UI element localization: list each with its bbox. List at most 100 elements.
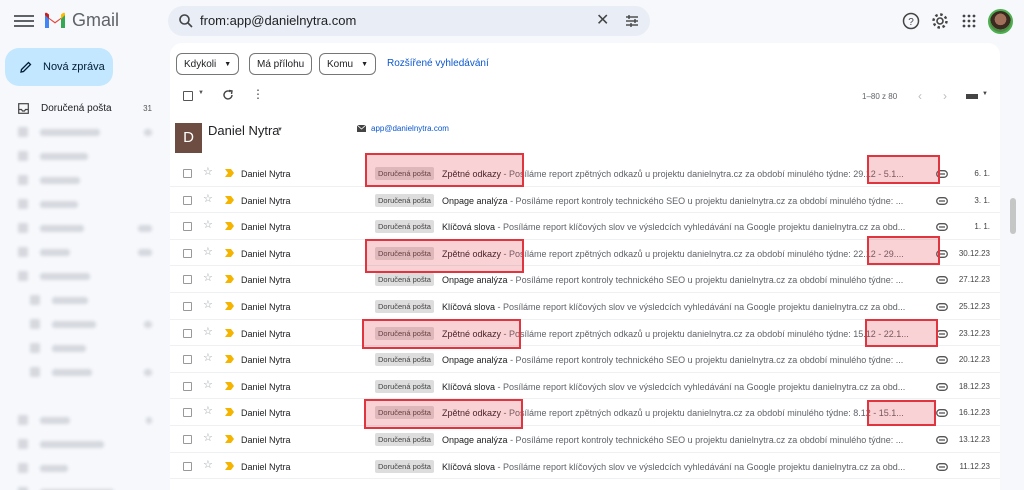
density-icon[interactable] <box>966 94 978 99</box>
sidebar-item-redacted[interactable] <box>0 216 158 240</box>
more-options-icon[interactable]: ⋮ <box>252 88 264 100</box>
email-row[interactable]: ☆ Daniel Nytra Doručená pošta Klíčová slova… <box>170 453 1000 480</box>
search-input[interactable]: from:app@danielnytra.com <box>200 13 356 28</box>
attachment-icon[interactable] <box>936 223 948 232</box>
sidebar-item-redacted[interactable] <box>0 432 158 456</box>
star-icon[interactable]: ☆ <box>203 326 213 338</box>
star-icon[interactable]: ☆ <box>203 406 213 417</box>
inbox-label-badge[interactable]: Doručená pošta <box>375 433 434 446</box>
advanced-search-link[interactable]: Rozšířené vyhledávání <box>387 58 489 69</box>
row-checkbox[interactable] <box>183 222 192 232</box>
chevron-down-icon[interactable]: ▼ <box>982 91 988 97</box>
star-icon[interactable]: ☆ <box>203 459 213 471</box>
account-avatar[interactable] <box>988 9 1013 34</box>
scrollbar[interactable] <box>1010 198 1016 234</box>
email-row[interactable]: ☆ Daniel Nytra Doručená pošta Onpage analýz… <box>170 346 1000 373</box>
row-checkbox[interactable] <box>183 169 192 178</box>
apps-grid-icon[interactable] <box>960 12 978 30</box>
sidebar-item-redacted[interactable] <box>0 264 158 288</box>
attachment-icon[interactable] <box>936 303 948 311</box>
sidebar-item-redacted[interactable] <box>0 120 158 144</box>
sidebar-item-redacted[interactable] <box>0 336 158 360</box>
importance-marker-icon[interactable] <box>225 355 234 364</box>
star-icon[interactable]: ☆ <box>203 353 213 364</box>
prev-page-icon[interactable]: ‹ <box>918 89 922 103</box>
importance-marker-icon[interactable] <box>225 248 234 257</box>
main-menu-icon[interactable] <box>14 12 34 28</box>
inbox-label-badge[interactable]: Doručená pošta <box>375 273 434 287</box>
importance-marker-icon[interactable] <box>225 195 234 204</box>
importance-marker-icon[interactable] <box>225 169 234 177</box>
filter-chip-to[interactable]: Komu ▼ <box>319 53 377 75</box>
chevron-down-icon[interactable]: ▼ <box>277 127 283 133</box>
email-row[interactable]: ☆ Daniel Nytra Doručená pošta Klíčová slova… <box>170 373 1000 400</box>
sidebar-item-redacted[interactable] <box>0 240 158 264</box>
attachment-icon[interactable] <box>936 409 948 418</box>
sidebar-item-redacted[interactable] <box>0 480 158 490</box>
sidebar-item-inbox[interactable]: Doručená pošta 31 <box>0 96 158 120</box>
importance-marker-icon[interactable] <box>225 222 234 231</box>
select-all-checkbox[interactable] <box>183 91 193 101</box>
attachment-icon[interactable] <box>936 356 948 365</box>
star-icon[interactable]: ☆ <box>203 273 213 284</box>
importance-marker-icon[interactable] <box>225 275 234 284</box>
row-checkbox[interactable] <box>183 355 192 365</box>
star-icon[interactable]: ☆ <box>203 167 213 178</box>
attachment-icon[interactable] <box>936 382 948 391</box>
settings-gear-icon[interactable] <box>931 12 949 30</box>
sidebar-item-redacted[interactable] <box>0 192 158 216</box>
sidebar-item-redacted[interactable] <box>0 384 158 408</box>
sender-name[interactable]: Daniel Nytra <box>208 123 280 138</box>
row-checkbox[interactable] <box>183 302 192 311</box>
sidebar-item-redacted[interactable] <box>0 288 158 312</box>
search-bar[interactable]: from:app@danielnytra.com ✕ <box>168 6 650 36</box>
importance-marker-icon[interactable] <box>225 302 234 310</box>
importance-marker-icon[interactable] <box>225 408 234 417</box>
star-icon[interactable]: ☆ <box>203 379 213 391</box>
attachment-icon[interactable] <box>936 276 948 285</box>
row-checkbox[interactable] <box>183 195 192 205</box>
star-icon[interactable]: ☆ <box>203 220 213 231</box>
sidebar-item-redacted[interactable] <box>0 456 158 480</box>
inbox-label-badge[interactable]: Doručená pošta <box>375 300 434 313</box>
row-checkbox[interactable] <box>183 461 192 471</box>
refresh-icon[interactable] <box>222 89 234 101</box>
row-checkbox[interactable] <box>183 381 192 391</box>
star-icon[interactable]: ☆ <box>203 246 213 258</box>
row-checkbox[interactable] <box>183 328 192 338</box>
filter-chip-has-attachment[interactable]: Má přílohu <box>249 53 313 75</box>
email-row[interactable]: ☆ Daniel Nytra Doručená pošta Onpage analýz… <box>170 266 1000 293</box>
sidebar-item-redacted[interactable] <box>0 144 158 168</box>
row-checkbox[interactable] <box>183 408 192 418</box>
sidebar-item-redacted[interactable] <box>0 168 158 192</box>
search-options-icon[interactable] <box>624 13 640 29</box>
sender-email-link[interactable]: app@danielnytra.com <box>371 124 449 133</box>
compose-button[interactable]: Nová zpráva <box>5 48 113 86</box>
inbox-label-badge[interactable]: Doručená pošta <box>375 353 434 367</box>
row-checkbox[interactable] <box>183 275 192 285</box>
inbox-label-badge[interactable]: Doručená pošta <box>375 220 434 234</box>
inbox-label-badge[interactable]: Doručená pošta <box>375 459 434 473</box>
email-row[interactable]: ☆ Daniel Nytra Doručená pošta Onpage analýz… <box>170 426 1000 453</box>
email-row[interactable]: ☆ Daniel Nytra Doručená pošta Klíčová slova… <box>170 293 1000 320</box>
row-checkbox[interactable] <box>183 435 192 444</box>
attachment-icon[interactable] <box>936 436 948 444</box>
attachment-icon[interactable] <box>936 462 948 471</box>
next-page-icon[interactable]: › <box>943 89 947 103</box>
sidebar-item-redacted[interactable] <box>0 312 158 336</box>
clear-search-icon[interactable]: ✕ <box>596 13 609 29</box>
filter-chip-anytime[interactable]: Kdykoli ▼ <box>176 53 240 75</box>
inbox-label-badge[interactable]: Doručená pošta <box>375 193 434 207</box>
chevron-down-icon[interactable]: ▼ <box>198 90 204 96</box>
importance-marker-icon[interactable] <box>225 461 234 470</box>
importance-marker-icon[interactable] <box>225 435 234 443</box>
search-icon[interactable] <box>178 13 194 29</box>
gmail-logo[interactable]: Gmail <box>44 10 119 31</box>
sender-avatar[interactable]: D <box>175 123 202 153</box>
attachment-icon[interactable] <box>936 196 948 205</box>
row-checkbox[interactable] <box>183 248 192 258</box>
sidebar-item-redacted[interactable] <box>0 360 158 384</box>
star-icon[interactable]: ☆ <box>203 300 213 311</box>
inbox-label-badge[interactable]: Doručená pošta <box>375 379 434 393</box>
star-icon[interactable]: ☆ <box>203 433 213 444</box>
